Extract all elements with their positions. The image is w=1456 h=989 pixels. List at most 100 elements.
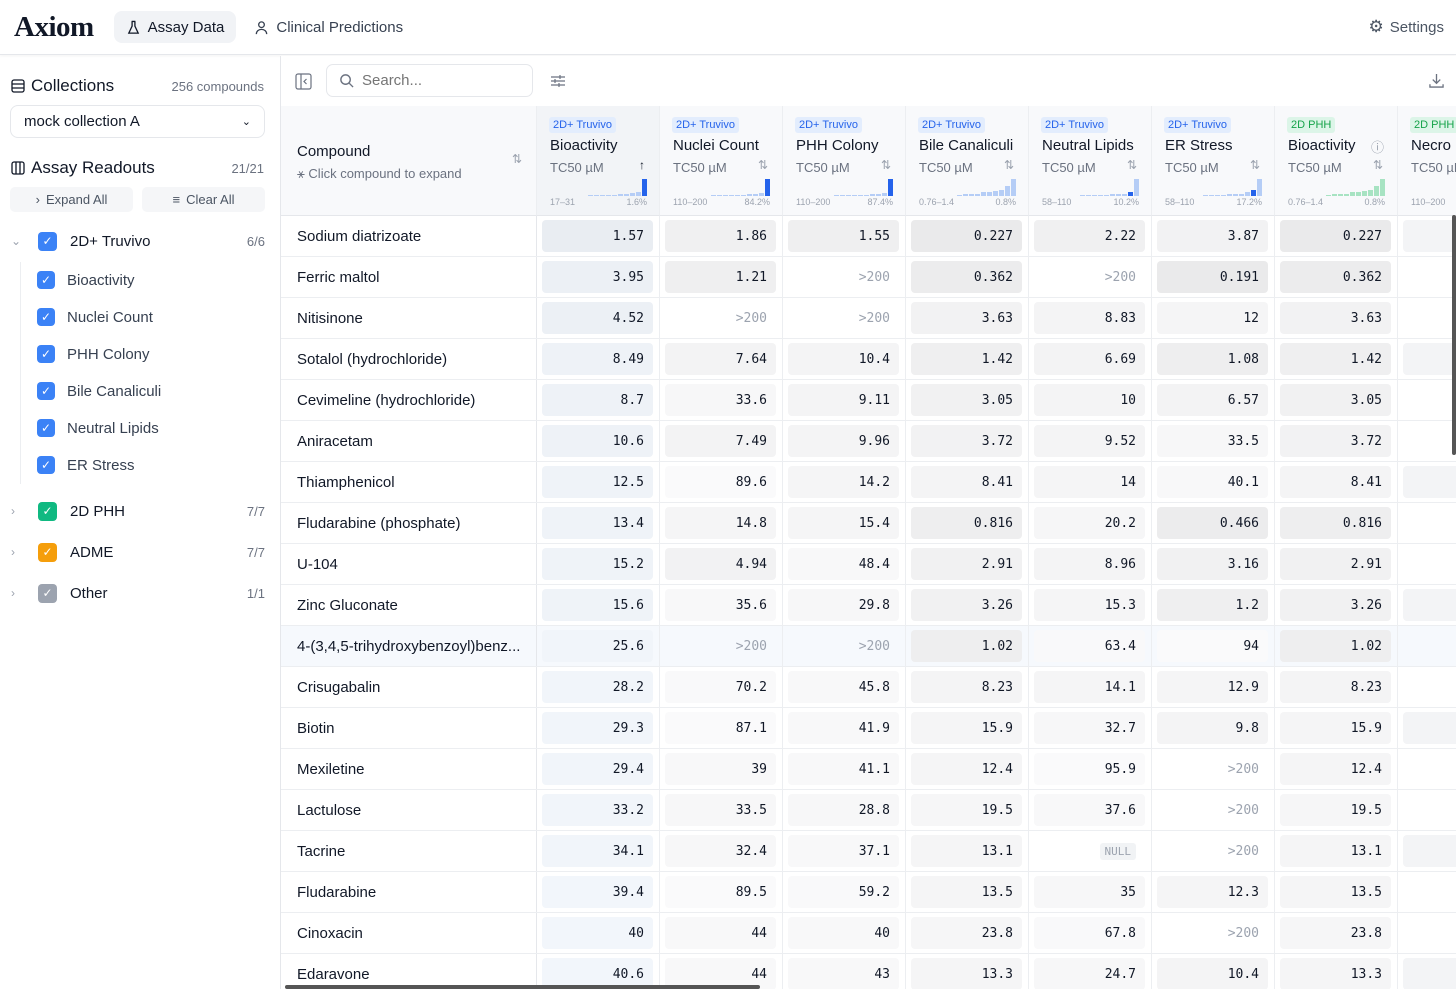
- table-cell[interactable]: >200: [1152, 790, 1275, 830]
- table-cell[interactable]: 33.5: [660, 790, 783, 830]
- table-cell[interactable]: 10.4: [783, 339, 906, 379]
- table-row[interactable]: Biotin 29.3 87.1 41.9 15.9 32.7 9.8 15.9: [281, 708, 1456, 749]
- sort-icon[interactable]: ⇅: [1004, 158, 1014, 172]
- table-cell[interactable]: 9.11: [783, 380, 906, 420]
- table-cell[interactable]: 8.7: [537, 380, 660, 420]
- table-row[interactable]: Nitisinone 4.52 >200 >200 3.63 8.83 12 3.63: [281, 298, 1456, 339]
- readout-item[interactable]: ✓ Bioactivity: [37, 265, 135, 295]
- chevron-right-icon[interactable]: ›: [11, 504, 27, 518]
- table-cell[interactable]: 1.86: [660, 216, 783, 256]
- column-header[interactable]: 2D+ Truvivo PHH Colony TC50 µM ⇅ 110–200 87.4…: [783, 106, 906, 216]
- table-cell[interactable]: 1.57: [537, 216, 660, 256]
- table-cell[interactable]: 14: [1029, 462, 1152, 502]
- compound-name[interactable]: Edaravone: [281, 954, 537, 989]
- checkbox[interactable]: ✓: [37, 308, 55, 326]
- table-cell[interactable]: 44: [660, 954, 783, 989]
- table-cell[interactable]: [1398, 913, 1456, 953]
- sort-icon[interactable]: ⇅: [1127, 158, 1137, 172]
- table-cell[interactable]: 39: [660, 749, 783, 789]
- table-cell[interactable]: 19.5: [1275, 790, 1398, 830]
- column-header[interactable]: 2D+ Truvivo Neutral Lipids TC50 µM ⇅ 58–110 1…: [1029, 106, 1152, 216]
- table-cell[interactable]: [1398, 462, 1456, 502]
- table-cell[interactable]: 24.7: [1029, 954, 1152, 989]
- checkbox[interactable]: ✓: [37, 419, 55, 437]
- readout-item[interactable]: ✓ Neutral Lipids: [37, 413, 159, 443]
- table-row[interactable]: Fludarabine (phosphate) 13.4 14.8 15.4 0.816…: [281, 503, 1456, 544]
- table-cell[interactable]: 70.2: [660, 667, 783, 707]
- table-cell[interactable]: [1398, 339, 1456, 379]
- collapse-sidebar-icon[interactable]: [295, 73, 312, 90]
- filter-sliders-icon[interactable]: [550, 73, 566, 89]
- download-icon[interactable]: [1429, 73, 1444, 88]
- search-box[interactable]: [326, 64, 533, 97]
- table-cell[interactable]: 8.23: [906, 667, 1029, 707]
- table-cell[interactable]: [1398, 380, 1456, 420]
- checkbox[interactable]: ✓: [37, 382, 55, 400]
- table-cell[interactable]: [1398, 626, 1456, 666]
- table-cell[interactable]: 1.2: [1152, 585, 1275, 625]
- column-header[interactable]: 2D+ Truvivo Nuclei Count TC50 µM ⇅ 110–200 84…: [660, 106, 783, 216]
- compound-name[interactable]: Zinc Gluconate: [281, 585, 537, 625]
- column-header[interactable]: 2D PHHNecroTC50 µM⇅110–200: [1398, 106, 1456, 216]
- search-input[interactable]: [362, 72, 512, 89]
- column-header[interactable]: 2D+ Truvivo ER Stress TC50 µM ⇅ 58–110 17.2%: [1152, 106, 1275, 216]
- table-cell[interactable]: 3.05: [906, 380, 1029, 420]
- table-cell[interactable]: 2.22: [1029, 216, 1152, 256]
- compound-name[interactable]: Lactulose: [281, 790, 537, 830]
- table-cell[interactable]: 2.91: [906, 544, 1029, 584]
- table-cell[interactable]: 10.6: [537, 421, 660, 461]
- table-cell[interactable]: 12.4: [1275, 749, 1398, 789]
- readout-item[interactable]: ✓ ER Stress: [37, 450, 135, 480]
- table-cell[interactable]: 95.9: [1029, 749, 1152, 789]
- table-cell[interactable]: 3.26: [1275, 585, 1398, 625]
- chevron-right-icon[interactable]: ›: [11, 586, 27, 600]
- sort-icon[interactable]: ⇅: [1373, 158, 1383, 172]
- table-cell[interactable]: 13.3: [906, 954, 1029, 989]
- table-cell[interactable]: [1398, 708, 1456, 748]
- table-cell[interactable]: 89.5: [660, 872, 783, 912]
- table-cell[interactable]: 13.1: [1275, 831, 1398, 871]
- table-cell[interactable]: 13.4: [537, 503, 660, 543]
- compound-name[interactable]: Thiamphenicol: [281, 462, 537, 502]
- table-cell[interactable]: 0.816: [1275, 503, 1398, 543]
- table-cell[interactable]: [1398, 749, 1456, 789]
- table-row[interactable]: Thiamphenicol 12.5 89.6 14.2 8.41 14 40.1 8.41: [281, 462, 1456, 503]
- table-cell[interactable]: >200: [660, 626, 783, 666]
- table-cell[interactable]: 0.816: [906, 503, 1029, 543]
- group-checkbox[interactable]: ✓: [38, 231, 57, 251]
- table-cell[interactable]: >200: [783, 626, 906, 666]
- table-cell[interactable]: 9.96: [783, 421, 906, 461]
- table-cell[interactable]: 40: [783, 913, 906, 953]
- chevron-down-icon[interactable]: ⌄: [11, 234, 27, 248]
- table-cell[interactable]: 0.191: [1152, 257, 1275, 297]
- table-cell[interactable]: 1.55: [783, 216, 906, 256]
- group-checkbox[interactable]: ✓: [38, 501, 57, 521]
- table-row[interactable]: 4-(3,4,5-trihydroxybenzoyl)benz... 25.6 >2…: [281, 626, 1456, 667]
- column-header[interactable]: 2D+ Truvivo Bile Canaliculi TC50 µM ⇅ 0.76–1…: [906, 106, 1029, 216]
- table-cell[interactable]: 3.26: [906, 585, 1029, 625]
- table-cell[interactable]: 15.2: [537, 544, 660, 584]
- table-row[interactable]: Crisugabalin 28.2 70.2 45.8 8.23 14.1 12.9 8.23: [281, 667, 1456, 708]
- group-checkbox[interactable]: ✓: [38, 542, 57, 562]
- table-cell[interactable]: 1.42: [906, 339, 1029, 379]
- group-other[interactable]: › ✓ Other 1/1: [0, 578, 281, 608]
- vertical-scrollbar[interactable]: [1452, 215, 1456, 455]
- table-cell[interactable]: [1398, 831, 1456, 871]
- table-cell[interactable]: 33.2: [537, 790, 660, 830]
- table-cell[interactable]: 29.4: [537, 749, 660, 789]
- table-cell[interactable]: 15.6: [537, 585, 660, 625]
- checkbox[interactable]: ✓: [37, 271, 55, 289]
- sort-ascending-icon[interactable]: ↑: [639, 158, 645, 172]
- table-cell[interactable]: 23.8: [906, 913, 1029, 953]
- table-cell[interactable]: [1398, 216, 1456, 256]
- compound-name[interactable]: U-104: [281, 544, 537, 584]
- table-cell[interactable]: >200: [1152, 913, 1275, 953]
- table-cell[interactable]: 1.42: [1275, 339, 1398, 379]
- table-row[interactable]: Edaravone 40.6 44 43 13.3 24.7 10.4 13.3: [281, 954, 1456, 989]
- table-cell[interactable]: 8.23: [1275, 667, 1398, 707]
- compound-name[interactable]: 4-(3,4,5-trihydroxybenzoyl)benz...: [281, 626, 537, 666]
- table-row[interactable]: Mexiletine 29.4 39 41.1 12.4 95.9 >200 12.4: [281, 749, 1456, 790]
- table-cell[interactable]: 1.02: [906, 626, 1029, 666]
- table-cell[interactable]: 34.1: [537, 831, 660, 871]
- compound-column-header[interactable]: Compound ⚹ Click compound to expand ⇅: [281, 106, 537, 216]
